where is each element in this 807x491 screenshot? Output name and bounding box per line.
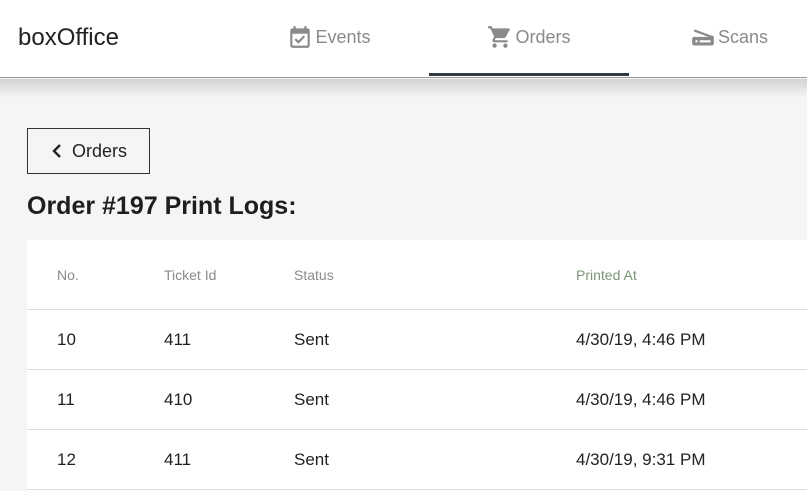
table-row: 10 411 Sent 4/30/19, 4:46 PM bbox=[27, 310, 807, 370]
page-title: Order #197 Print Logs: bbox=[27, 192, 297, 220]
column-header-printed-at: Printed At bbox=[576, 266, 637, 283]
tab-events-label: Events bbox=[315, 27, 371, 47]
active-tab-indicator bbox=[429, 73, 629, 76]
print-logs-table: No. Ticket Id Status Printed At 10 411 S… bbox=[27, 240, 807, 491]
chevron-left-icon bbox=[52, 144, 61, 158]
navbar-shadow bbox=[0, 79, 807, 98]
scanner-icon bbox=[692, 29, 714, 46]
cell-status: Sent bbox=[294, 389, 329, 409]
cell-printed-at: 4/30/19, 4:46 PM bbox=[576, 329, 706, 349]
cell-printed-at: 4/30/19, 4:46 PM bbox=[576, 389, 706, 409]
cell-no: 11 bbox=[57, 389, 75, 409]
table-row: 11 410 Sent 4/30/19, 4:46 PM bbox=[27, 370, 807, 430]
cell-no: 12 bbox=[57, 449, 76, 469]
cell-status: Sent bbox=[294, 449, 329, 469]
cell-ticket-id: 411 bbox=[164, 449, 192, 469]
table-row: 12 411 Sent 4/30/19, 9:31 PM bbox=[27, 430, 807, 490]
tab-scans[interactable]: Scans bbox=[629, 0, 807, 78]
back-to-orders-button[interactable]: Orders bbox=[27, 128, 150, 174]
app-title: boxOffice bbox=[18, 24, 119, 51]
tab-orders-label: Orders bbox=[515, 27, 571, 47]
cell-status: Sent bbox=[294, 329, 329, 349]
cell-printed-at: 4/30/19, 9:31 PM bbox=[576, 449, 706, 469]
tab-scans-label: Scans bbox=[717, 27, 769, 47]
column-header-no: No. bbox=[57, 266, 79, 283]
back-button-label: Orders bbox=[71, 140, 127, 161]
cell-ticket-id: 410 bbox=[164, 389, 193, 409]
tab-orders[interactable]: Orders bbox=[429, 0, 629, 78]
top-navbar: boxOffice Events Orders Scans bbox=[0, 0, 807, 78]
calendar-check-icon bbox=[290, 26, 311, 48]
column-header-status: Status bbox=[294, 266, 334, 283]
table-header-row: No. Ticket Id Status Printed At bbox=[27, 240, 807, 310]
column-header-ticket-id: Ticket Id bbox=[164, 266, 217, 283]
tab-events[interactable]: Events bbox=[229, 0, 429, 78]
cell-no: 10 bbox=[57, 329, 76, 349]
cart-icon bbox=[488, 26, 511, 48]
cell-ticket-id: 411 bbox=[164, 329, 192, 349]
